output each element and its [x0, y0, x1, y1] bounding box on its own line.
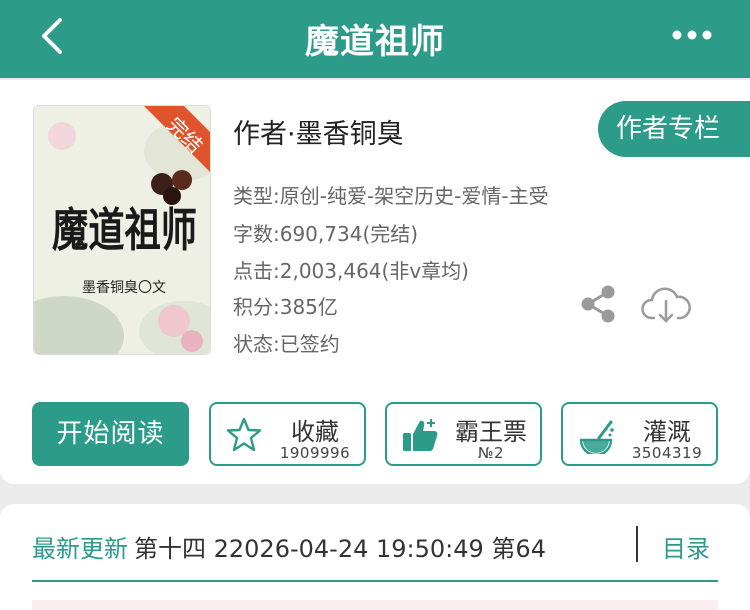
thumbs-up-icon: [403, 419, 438, 451]
favorite-count: 1909996: [279, 444, 351, 462]
book-cover[interactable]: 魔道祖师 墨香铜臭〇文 完结: [33, 105, 211, 355]
book-type: 类型:原创-纯爱-架空历史-爱情-主受: [233, 184, 549, 208]
underline-divider: [32, 580, 718, 582]
cover-art: 魔道祖师 墨香铜臭〇文: [34, 106, 210, 354]
book-word-count: 字数:690,734(完结): [233, 222, 419, 246]
book-info-card: 魔道祖师 墨香铜臭〇文 完结 作者·墨香铜臭 作者专栏 类型:原创-纯爱-架空历…: [0, 80, 750, 484]
latest-update-text[interactable]: 第十四 22026-04-24 19:50:49 第64: [134, 529, 600, 564]
latest-update-panel: 最新更新 第十四 22026-04-24 19:50:49 第64 目录: [0, 504, 750, 610]
page-title: 魔道祖师: [305, 22, 445, 62]
start-reading-button[interactable]: 开始阅读: [32, 402, 189, 466]
book-score: 积分:385亿: [233, 295, 338, 319]
book-clicks: 点击:2,003,464(非v章均): [233, 259, 469, 283]
latest-update-label: 最新更新: [32, 535, 128, 563]
favorite-button[interactable]: 收藏 1909996: [209, 402, 366, 466]
ticket-button[interactable]: 霸王票 №2: [385, 402, 542, 466]
star-icon: [226, 417, 262, 452]
ticket-label: 霸王票: [455, 418, 527, 446]
author-name[interactable]: 作者·墨香铜臭: [233, 112, 404, 151]
irrigate-label: 灌溉: [643, 418, 691, 446]
irrigate-button[interactable]: 灌溉 3504319: [561, 402, 718, 466]
author-column-button[interactable]: 作者专栏: [598, 101, 750, 157]
favorite-label: 收藏: [291, 418, 339, 446]
book-status: 状态:已签约: [233, 332, 340, 356]
cloud-download-icon[interactable]: [640, 285, 692, 325]
more-dots-icon[interactable]: [672, 30, 712, 40]
irrigate-count: 3504319: [631, 444, 703, 462]
cover-title-art: 魔道祖师: [52, 203, 197, 257]
top-nav-bar: 魔道祖师: [0, 0, 750, 78]
toc-link[interactable]: 目录: [662, 529, 710, 564]
notice-strip: [32, 600, 718, 610]
share-icon[interactable]: [578, 284, 618, 324]
ticket-rank: №2: [477, 444, 505, 462]
divider: [636, 526, 638, 562]
watering-icon: [579, 420, 614, 454]
cover-author-line: 墨香铜臭〇文: [82, 280, 166, 296]
